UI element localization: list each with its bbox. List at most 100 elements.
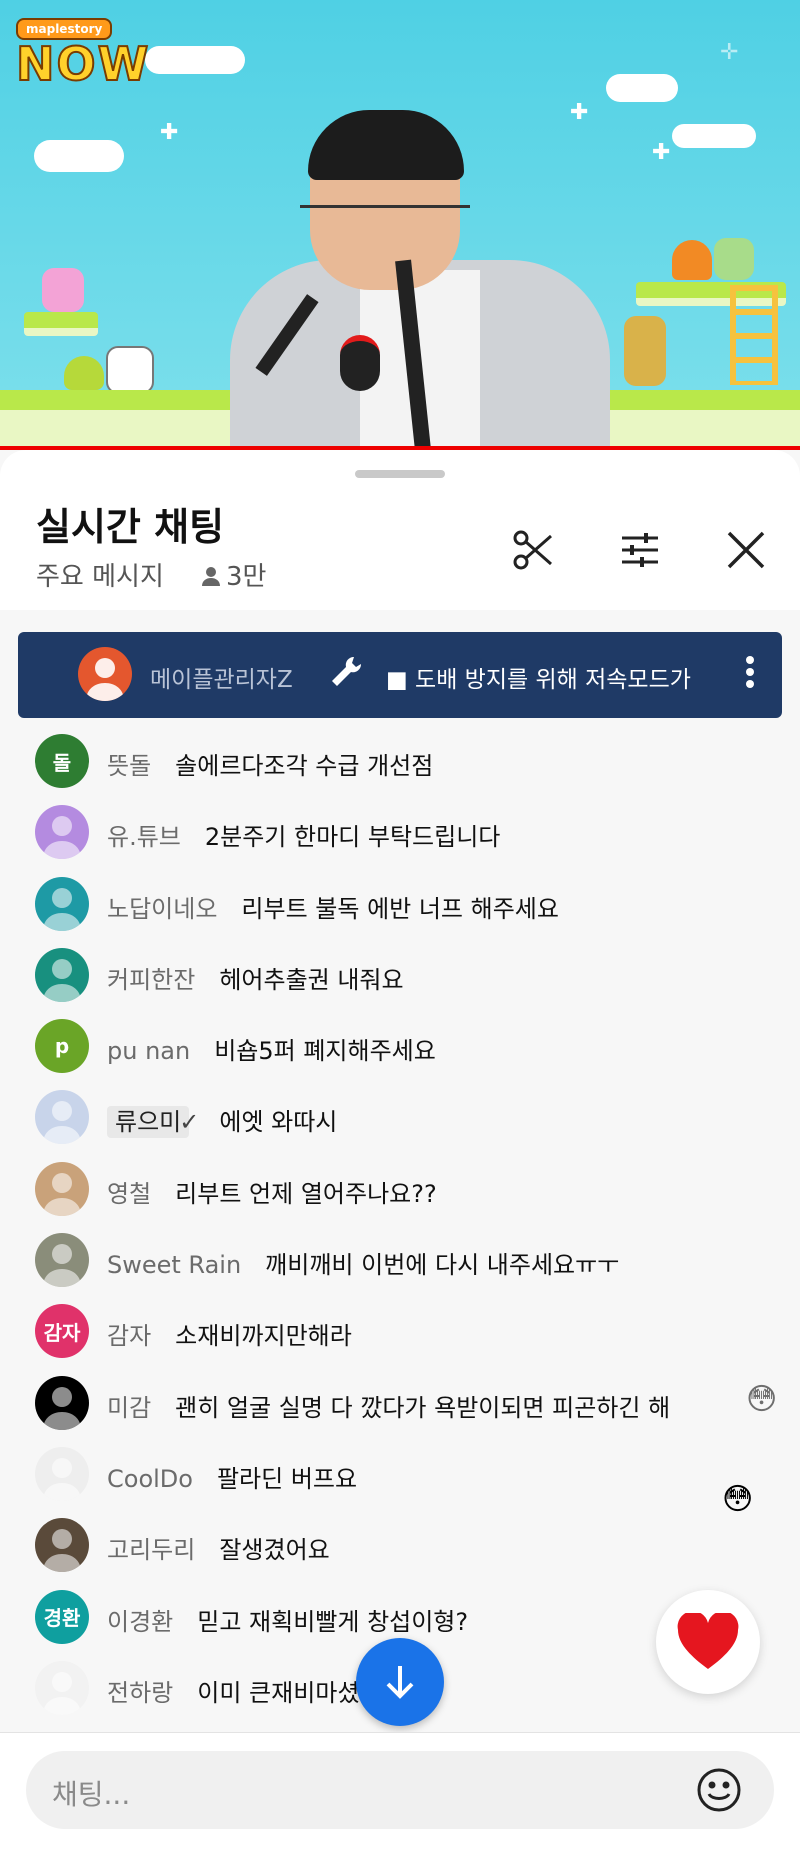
author-name[interactable]: CoolDo bbox=[107, 1465, 193, 1493]
chat-input-placeholder: 채팅... bbox=[52, 1778, 131, 1811]
message-text: 헤어추출권 내줘요 bbox=[219, 965, 404, 994]
author-name[interactable]: 이경환 bbox=[107, 1608, 173, 1636]
message-text: 리부트 언제 열어주나요?? bbox=[175, 1179, 437, 1208]
message-line: 미감 괜히 얼굴 실명 다 깠다가 욕받이되면 피곤하긴 해 bbox=[107, 1388, 670, 1423]
avatar[interactable] bbox=[35, 1375, 89, 1430]
message-text: 리부트 불독 에반 너프 해주세요 bbox=[241, 894, 559, 923]
chat-header: 실시간 채팅 주요 메시지 3만 bbox=[0, 450, 800, 610]
avatar-character bbox=[624, 316, 666, 386]
wrench-icon bbox=[328, 654, 364, 694]
message-line: 노답이네오 리부트 불독 에반 너프 해주세요 bbox=[107, 889, 559, 924]
chat-title: 실시간 채팅 bbox=[36, 505, 225, 549]
avatar[interactable]: 감자 bbox=[35, 1304, 89, 1359]
message-text: 이미 큰재비마셨 bbox=[197, 1678, 360, 1707]
avatar[interactable]: p bbox=[35, 1019, 89, 1074]
close-button[interactable] bbox=[716, 520, 776, 580]
avatar[interactable] bbox=[35, 1446, 89, 1501]
author-name[interactable]: 고리두리 bbox=[107, 1536, 195, 1564]
video-player[interactable]: ✚ ✚ ✚ ✛ maplestory NOW bbox=[0, 0, 800, 450]
author-name[interactable]: 커피한잔 bbox=[107, 966, 195, 994]
floating-emoji: 😳 bbox=[746, 1382, 778, 1417]
avatar[interactable] bbox=[35, 805, 89, 860]
cloud bbox=[145, 46, 245, 74]
chat-input-bar: 채팅... bbox=[0, 1732, 800, 1850]
emoji-icon bbox=[697, 1768, 741, 1812]
message-line: Sweet Rain 깨비깨비 이번에 다시 내주세요ㅠㅜ bbox=[107, 1245, 619, 1280]
message-text: 에엣 와따시 bbox=[219, 1108, 338, 1137]
message-text: 믿고 재획비빨게 창섭이형? bbox=[197, 1607, 469, 1636]
sparkle: ✛ bbox=[720, 40, 739, 65]
author-name[interactable]: 전하랑 bbox=[107, 1679, 173, 1707]
avatar[interactable] bbox=[35, 1233, 89, 1288]
avatar[interactable] bbox=[35, 1090, 89, 1145]
chat-message[interactable]: Sweet Rain 깨비깨비 이번에 다시 내주세요ㅠㅜ bbox=[0, 1221, 800, 1292]
chat-message[interactable]: 감자 감자 소재비까지만해라 bbox=[0, 1292, 800, 1363]
cloud bbox=[34, 140, 124, 172]
chat-message[interactable]: 돌 뜻돌 솔에르다조각 수급 개선점 bbox=[0, 722, 800, 793]
chat-message[interactable]: 노답이네오 리부트 불독 에반 너프 해주세요 bbox=[0, 865, 800, 936]
author-name[interactable]: 영철 bbox=[107, 1180, 151, 1208]
avatar[interactable]: 경환 bbox=[35, 1589, 89, 1644]
viewer-count-text: 3만 bbox=[226, 562, 267, 592]
author-name[interactable]: Sweet Rain bbox=[107, 1251, 241, 1279]
streamer bbox=[230, 110, 610, 450]
white-cube-character bbox=[106, 346, 154, 394]
platform bbox=[24, 312, 98, 336]
avatar[interactable] bbox=[35, 876, 89, 931]
author-name[interactable]: 노답이네오 bbox=[107, 895, 217, 923]
chat-message[interactable]: p pu nan 비숍5퍼 폐지해주세요 bbox=[0, 1007, 800, 1078]
message-line: 영철 리부트 언제 열어주나요?? bbox=[107, 1174, 437, 1209]
avatar[interactable] bbox=[35, 1660, 89, 1715]
author-name[interactable]: 류으미 bbox=[107, 1106, 190, 1139]
message-text: 소재비까지만해라 bbox=[175, 1322, 352, 1351]
live-chat-panel: 실시간 채팅 주요 메시지 3만 메이플관리자Z ■ 도배 방지를 위해 저속모… bbox=[0, 450, 800, 1850]
chat-message[interactable]: 영철 리부트 언제 열어주나요?? bbox=[0, 1150, 800, 1221]
settings-button[interactable] bbox=[610, 520, 670, 580]
message-text: 비숍5퍼 폐지해주세요 bbox=[214, 1037, 436, 1066]
author-name[interactable]: 감자 bbox=[107, 1322, 151, 1350]
sparkle: ✚ bbox=[160, 120, 179, 145]
message-line: pu nan 비숍5퍼 폐지해주세요 bbox=[107, 1031, 436, 1066]
emoji-button[interactable] bbox=[696, 1767, 742, 1813]
message-line: 전하랑 이미 큰재비마셨 bbox=[107, 1673, 359, 1708]
chat-message-list[interactable]: 돌 뜻돌 솔에르다조각 수급 개선점유.튜브 2분주기 한마디 부탁드립니다노답이네오… bbox=[0, 722, 800, 1720]
avatar[interactable] bbox=[35, 947, 89, 1002]
chat-message[interactable]: 미감 괜히 얼굴 실명 다 깠다가 욕받이되면 피곤하긴 해 bbox=[0, 1364, 800, 1435]
author-name[interactable]: 미감 bbox=[107, 1394, 151, 1422]
chat-message[interactable]: 류으미✓ 에엣 와따시 bbox=[0, 1078, 800, 1149]
message-text: 괜히 얼굴 실명 다 깠다가 욕받이되면 피곤하긴 해 bbox=[175, 1393, 671, 1422]
heart-icon bbox=[677, 1613, 739, 1669]
more-vert-icon[interactable] bbox=[744, 652, 756, 692]
green-slime-character bbox=[64, 356, 104, 390]
message-line: 이경환 믿고 재획비빨게 창섭이형? bbox=[107, 1602, 468, 1637]
chat-message[interactable]: 유.튜브 2분주기 한마디 부탁드립니다 bbox=[0, 793, 800, 864]
pinned-message-text: ■ 도배 방지를 위해 저속모드가 bbox=[386, 667, 691, 693]
avatar[interactable] bbox=[35, 1161, 89, 1216]
chat-mode-selector[interactable]: 주요 메시지 bbox=[36, 556, 164, 593]
scroll-to-bottom-button[interactable] bbox=[356, 1638, 444, 1726]
pinned-author-name: 메이플관리자Z bbox=[150, 667, 293, 693]
message-line: 고리두리 잘생겼어요 bbox=[107, 1530, 330, 1565]
message-line: 커피한잔 헤어추출권 내줘요 bbox=[107, 960, 404, 995]
message-text: 깨비깨비 이번에 다시 내주세요ㅠㅜ bbox=[265, 1251, 620, 1280]
author-name[interactable]: 뜻돌 bbox=[107, 752, 151, 780]
chat-message[interactable]: 커피한잔 헤어추출권 내줘요 bbox=[0, 936, 800, 1007]
chat-message[interactable]: 고리두리 잘생겼어요 bbox=[0, 1506, 800, 1577]
avatar[interactable] bbox=[35, 1518, 89, 1573]
message-text: 솔에르다조각 수급 개선점 bbox=[175, 752, 434, 780]
chat-input[interactable]: 채팅... bbox=[26, 1751, 774, 1829]
pinned-message[interactable]: 메이플관리자Z ■ 도배 방지를 위해 저속모드가 bbox=[18, 632, 782, 718]
avatar[interactable]: 돌 bbox=[35, 734, 89, 788]
clip-button[interactable] bbox=[503, 520, 563, 580]
mushroom-character bbox=[672, 240, 712, 280]
drag-handle[interactable] bbox=[355, 470, 445, 478]
close-icon bbox=[727, 531, 765, 569]
author-name[interactable]: 유.튜브 bbox=[107, 823, 181, 851]
reaction-button[interactable] bbox=[656, 1590, 760, 1694]
chat-message[interactable]: CoolDo 팔라딘 버프요 bbox=[0, 1435, 800, 1506]
person-icon bbox=[202, 567, 220, 586]
floating-emoji: 😳 bbox=[722, 1482, 754, 1517]
author-name[interactable]: pu nan bbox=[107, 1037, 190, 1065]
viewer-count: 3만 bbox=[200, 556, 266, 593]
ladder bbox=[730, 285, 778, 385]
